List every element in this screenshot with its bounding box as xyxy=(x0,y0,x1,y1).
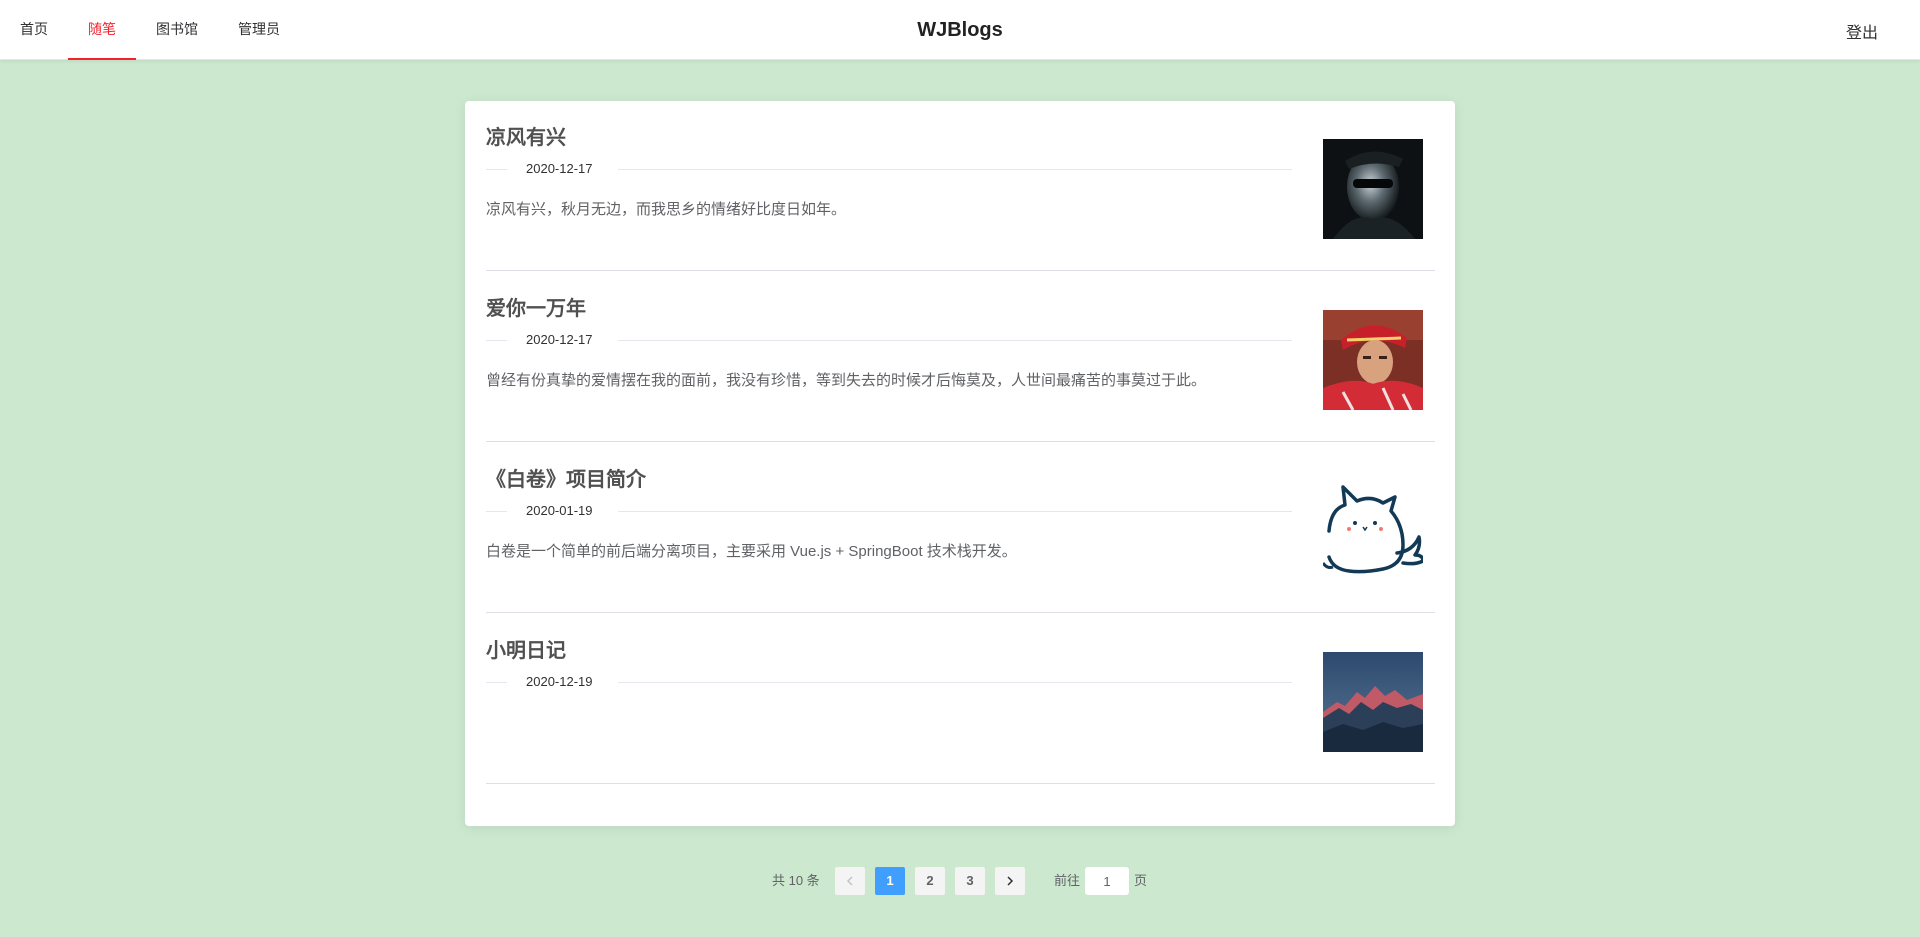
divider-line xyxy=(618,682,1292,683)
divider-line xyxy=(618,340,1292,341)
goto-page-input[interactable] xyxy=(1085,867,1129,895)
article-title[interactable]: 《白卷》项目简介 xyxy=(486,463,646,492)
page-suffix-label: 页 xyxy=(1134,873,1148,888)
article-abstract: 凉风有兴，秋月无边，而我思乡的情绪好比度日如年。 xyxy=(486,201,847,218)
article-date: 2020-12-17 xyxy=(526,161,593,176)
nav-item-home[interactable]: 首页 xyxy=(0,0,68,60)
chevron-right-icon xyxy=(1007,876,1014,886)
pagination: 共 10 条 1 2 3 前往 页 xyxy=(0,867,1920,895)
article-date-row: 2020-12-17 xyxy=(486,332,1292,348)
divider-line xyxy=(486,511,507,512)
logout-link[interactable]: 登出 xyxy=(1846,0,1878,60)
article-date-row: 2020-12-17 xyxy=(486,161,1292,177)
article-item: 爱你一万年 2020-12-17 曾经有份真挚的爱情摆在我的面前，我没有珍惜，等… xyxy=(486,272,1435,442)
goto-label: 前往 xyxy=(1054,873,1081,888)
next-page-button[interactable] xyxy=(995,867,1025,895)
article-cover-image[interactable] xyxy=(1323,310,1423,410)
prev-page-button[interactable] xyxy=(835,867,865,895)
article-cover-image[interactable] xyxy=(1323,481,1423,581)
page-button-1[interactable]: 1 xyxy=(875,867,905,895)
nav-item-admin[interactable]: 管理员 xyxy=(218,0,300,60)
article-abstract: 曾经有份真挚的爱情摆在我的面前，我没有珍惜，等到失去的时候才后悔莫及，人世间最痛… xyxy=(486,372,1207,389)
divider-line xyxy=(486,169,507,170)
cat-doodle-illustration xyxy=(1323,481,1423,581)
page-button-2[interactable]: 2 xyxy=(915,867,945,895)
article-date: 2020-01-19 xyxy=(526,503,593,518)
article-cover-image[interactable] xyxy=(1323,652,1423,752)
article-date: 2020-12-19 xyxy=(526,674,593,689)
nav-item-library[interactable]: 图书馆 xyxy=(136,0,218,60)
nav-item-notes[interactable]: 随笔 xyxy=(68,0,136,60)
article-cover-image[interactable] xyxy=(1323,139,1423,239)
top-navbar: 首页 随笔 图书馆 管理员 WJBlogs 登出 xyxy=(0,0,1920,60)
divider-line xyxy=(486,682,507,683)
mountain-sunset-photo xyxy=(1323,652,1423,752)
pagination-total: 共 10 条 xyxy=(772,873,820,888)
chevron-left-icon xyxy=(846,876,853,886)
divider-line xyxy=(486,340,507,341)
portrait-red-headdress-photo xyxy=(1323,310,1423,410)
article-date-row: 2020-01-19 xyxy=(486,503,1292,519)
divider-line xyxy=(618,169,1292,170)
divider-line xyxy=(618,511,1292,512)
article-title[interactable]: 凉风有兴 xyxy=(486,121,566,150)
article-list-card: 凉风有兴 2020-12-17 凉风有兴，秋月无边，而我思乡的情绪好比度日如年。 xyxy=(465,101,1455,826)
main-nav: 首页 随笔 图书馆 管理员 xyxy=(0,0,300,60)
article-item: 小明日记 2020-12-19 xyxy=(486,614,1435,784)
portrait-sunglasses-photo xyxy=(1323,139,1423,239)
article-title[interactable]: 小明日记 xyxy=(486,634,566,663)
article-abstract: 白卷是一个简单的前后端分离项目，主要采用 Vue.js + SpringBoot… xyxy=(486,543,1017,560)
article-date-row: 2020-12-19 xyxy=(486,674,1292,690)
article-date: 2020-12-17 xyxy=(526,332,593,347)
article-title[interactable]: 爱你一万年 xyxy=(486,292,586,321)
page-button-3[interactable]: 3 xyxy=(955,867,985,895)
article-item: 《白卷》项目简介 2020-01-19 白卷是一个简单的前后端分离项目，主要采用… xyxy=(486,443,1435,613)
article-item: 凉风有兴 2020-12-17 凉风有兴，秋月无边，而我思乡的情绪好比度日如年。 xyxy=(486,101,1435,271)
